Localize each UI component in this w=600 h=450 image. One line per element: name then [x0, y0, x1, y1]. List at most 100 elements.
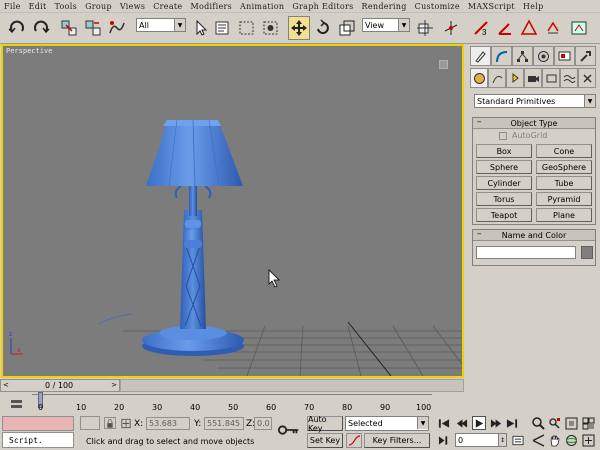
select-and-manipulate-button[interactable] [440, 16, 462, 40]
menu-help[interactable]: Help [523, 2, 544, 11]
unlink-button[interactable] [82, 16, 104, 40]
default-in-out-tangents-button[interactable] [346, 433, 362, 448]
menu-graph-editors[interactable]: Graph Editors [292, 2, 353, 11]
pivot-center-button[interactable] [414, 16, 436, 40]
tab-shapes[interactable] [488, 68, 506, 88]
set-key-button[interactable]: Set Key [307, 433, 343, 448]
perspective-viewport[interactable]: Perspective z x [1, 44, 464, 378]
tab-helpers[interactable] [542, 68, 560, 88]
key-filters-button[interactable]: Key Filters... [364, 433, 430, 448]
rectangular-selection-button[interactable] [236, 16, 258, 40]
time-slider-left-arrow-icon[interactable]: < [3, 381, 9, 389]
select-and-rotate-button[interactable] [312, 16, 334, 40]
menu-file[interactable]: File [4, 2, 21, 11]
tab-lights[interactable] [506, 68, 524, 88]
tab-display[interactable] [554, 46, 575, 66]
time-slider[interactable]: < 0 / 100 > [0, 379, 120, 392]
trackbar-toggle-button[interactable] [8, 396, 24, 412]
maxscript-listener-mini[interactable] [2, 416, 74, 431]
object-type-rollout-header[interactable]: – Object Type [473, 117, 595, 129]
z-coordinate-field[interactable]: 0.0 [254, 417, 272, 430]
select-object-button[interactable] [190, 16, 212, 40]
set-key-mode-button[interactable] [276, 422, 302, 438]
maximize-viewport-button[interactable] [582, 434, 595, 447]
previous-frame-button[interactable] [456, 417, 468, 429]
tab-hierarchy[interactable] [512, 46, 533, 66]
zoom-extents-button[interactable] [565, 417, 578, 430]
current-frame-spinner[interactable]: 0 ↕ [455, 433, 507, 447]
script-input[interactable]: Script. [2, 432, 74, 448]
time-configuration-button[interactable] [512, 434, 524, 446]
selection-lock-toggle[interactable] [104, 417, 116, 429]
trackbar-ruler[interactable]: 0 10 20 30 40 50 60 70 80 90 100 [32, 392, 432, 414]
play-button[interactable] [472, 416, 486, 430]
menu-customize[interactable]: Customize [415, 2, 460, 11]
cone-button[interactable]: Cone [536, 144, 592, 158]
pan-view-button[interactable] [548, 434, 561, 447]
menu-create[interactable]: Create [153, 2, 182, 11]
select-and-scale-button[interactable] [336, 16, 358, 40]
menu-group[interactable]: Group [85, 2, 112, 11]
plane-button[interactable]: Plane [536, 208, 592, 222]
y-coordinate-field[interactable]: 551.845 [204, 417, 244, 430]
menu-rendering[interactable]: Rendering [362, 2, 407, 11]
menu-maxscript[interactable]: MAXScript [468, 2, 515, 11]
prompt-line: Click and drag to select and move object… [86, 436, 255, 446]
category-dropdown[interactable]: Standard Primitives ▼ [474, 94, 596, 108]
snaps-toggle-button[interactable]: 3 [470, 16, 492, 40]
go-to-start-button[interactable] [438, 417, 450, 429]
zoom-extents-all-button[interactable] [582, 417, 595, 430]
field-of-view-button[interactable] [532, 434, 545, 447]
select-by-name-button[interactable] [212, 16, 234, 40]
tab-geometry[interactable] [470, 68, 488, 88]
angle-snap-button[interactable] [494, 16, 516, 40]
tab-utilities[interactable] [575, 46, 596, 66]
menu-modifiers[interactable]: Modifiers [190, 2, 232, 11]
object-name-input[interactable] [476, 246, 576, 259]
tube-button[interactable]: Tube [536, 176, 592, 190]
zoom-button[interactable] [532, 417, 545, 430]
object-color-swatch[interactable] [581, 246, 593, 259]
tab-create[interactable] [470, 46, 491, 66]
tab-cameras[interactable] [524, 68, 542, 88]
geosphere-button[interactable]: GeoSphere [536, 160, 592, 174]
time-slider-right-arrow-icon[interactable]: > [111, 381, 117, 389]
menu-animation[interactable]: Animation [240, 2, 284, 11]
teapot-button[interactable]: Teapot [476, 208, 532, 222]
cylinder-button[interactable]: Cylinder [476, 176, 532, 190]
menu-views[interactable]: Views [120, 2, 145, 11]
redo-button[interactable] [30, 16, 52, 40]
pyramid-button[interactable]: Pyramid [536, 192, 592, 206]
autogrid-checkbox[interactable] [499, 131, 507, 140]
select-and-move-button[interactable] [288, 16, 310, 40]
menu-edit[interactable]: Edit [29, 2, 47, 11]
name-and-color-rollout-header[interactable]: – Name and Color [473, 229, 595, 241]
spinner-snap-button[interactable] [542, 16, 564, 40]
go-to-end-button[interactable] [506, 417, 518, 429]
tab-motion[interactable] [533, 46, 554, 66]
tab-modify[interactable] [491, 46, 512, 66]
undo-button[interactable] [6, 16, 28, 40]
select-and-link-button[interactable] [58, 16, 80, 40]
torus-button[interactable]: Torus [476, 192, 532, 206]
percent-snap-button[interactable] [518, 16, 540, 40]
key-mode-toggle[interactable] [438, 434, 450, 446]
window-crossing-button[interactable] [260, 16, 282, 40]
absolute-mode-toggle[interactable] [120, 417, 132, 429]
selection-filter-dropdown[interactable]: All ▼ [136, 18, 186, 32]
box-button[interactable]: Box [476, 144, 532, 158]
auto-key-button[interactable]: Auto Key [307, 415, 343, 433]
x-coordinate-field[interactable]: 53.683 [146, 417, 190, 430]
named-selection-button[interactable] [568, 16, 590, 40]
time-slider-track[interactable] [120, 379, 464, 392]
key-mode-dropdown[interactable]: Selected ▼ [345, 416, 429, 431]
zoom-all-button[interactable] [548, 417, 561, 430]
bind-to-space-warp-button[interactable] [106, 16, 128, 40]
menu-tools[interactable]: Tools [55, 2, 78, 11]
sphere-button[interactable]: Sphere [476, 160, 532, 174]
reference-coordinate-dropdown[interactable]: View ▼ [362, 18, 410, 32]
tab-systems[interactable] [578, 68, 596, 88]
arc-rotate-button[interactable] [565, 434, 578, 447]
tab-space-warps[interactable] [560, 68, 578, 88]
next-frame-button[interactable] [490, 417, 502, 429]
